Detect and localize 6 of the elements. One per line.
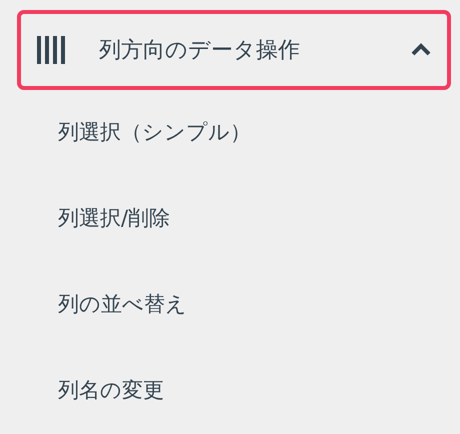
section-title: 列方向のデータ操作 [99,36,301,64]
section-header[interactable]: 列方向のデータ操作 [17,10,451,90]
menu-item[interactable]: 列選択（シンプル） [58,117,251,149]
menu-item[interactable]: 列選択/削除 [58,203,170,235]
menu-item[interactable]: 列名の変更 [58,375,164,407]
menu-item[interactable]: 列の並べ替え [58,289,187,321]
